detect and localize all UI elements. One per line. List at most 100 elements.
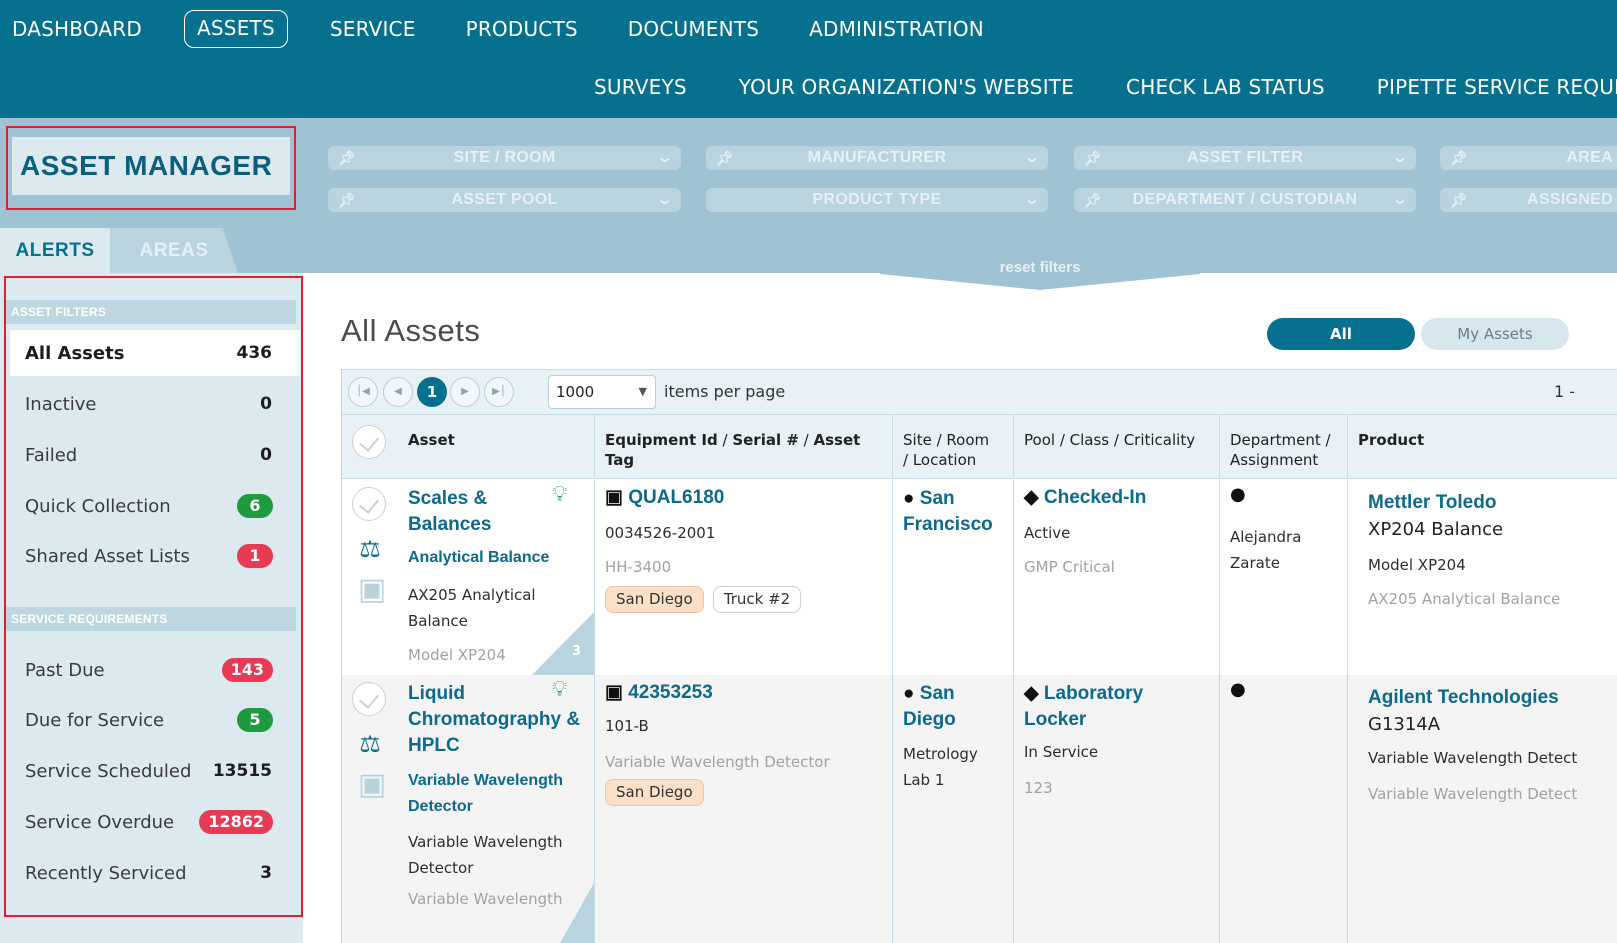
reset-filters-tab[interactable]: reset filters — [880, 258, 1200, 290]
chevron-down-icon: ⌄ — [656, 191, 674, 207]
asset-description-line: Detector — [408, 859, 474, 877]
pin-icon[interactable]: 📌︎ — [338, 188, 356, 212]
nav-dashboard[interactable]: DASHBOARD — [0, 10, 154, 48]
row-select-checkbox[interactable] — [352, 682, 386, 716]
asset-model: Model XP204 — [408, 646, 506, 664]
col-department[interactable]: Department / Assignment — [1219, 415, 1347, 479]
toggle-my-assets-button[interactable]: My Assets — [1421, 318, 1569, 350]
filter-asset-pool[interactable]: 📌︎ ASSET POOL ⌄ — [328, 188, 681, 212]
col-product[interactable]: Product — [1347, 415, 1617, 479]
filter-label: AREA — [1566, 149, 1613, 166]
asset-title[interactable]: Liquid Chromatography & HPLC — [408, 681, 580, 759]
tag-icon: ◆ — [1024, 683, 1039, 704]
pool-name: Checked-In — [1043, 487, 1147, 508]
pin-icon[interactable]: 📌︎ — [1084, 146, 1102, 170]
pin-icon[interactable]: 📌︎ — [1450, 146, 1468, 170]
filter-asset-filter[interactable]: 📌︎ ASSET FILTER ⌄ — [1074, 146, 1416, 170]
sidebar-item-count: 436 — [236, 343, 273, 363]
filter-label: ASSIGNED — [1527, 191, 1613, 208]
col-equipment-id-label[interactable]: Equipment Id — [605, 431, 718, 449]
product-description: AX205 Analytical Balance — [1368, 590, 1561, 608]
site-cell: ● San Diego Metrology Lab 1 — [892, 675, 1013, 943]
sidebar-item-service-scheduled[interactable]: Service Scheduled 13515 — [10, 748, 300, 794]
asset-title[interactable]: Scales & Balances — [408, 486, 491, 538]
sidebar-item-shared-asset-lists[interactable]: Shared Asset Lists 1 — [10, 533, 300, 579]
sidebar-item-service-overdue[interactable]: Service Overdue 12862 — [10, 799, 300, 845]
last-page-icon[interactable]: ▶│ — [484, 377, 514, 407]
filter-assigned[interactable]: 📌︎ ASSIGNED — [1440, 188, 1617, 212]
product-manufacturer[interactable]: Agilent Technologies — [1368, 687, 1559, 709]
tab-alerts[interactable]: ALERTS — [0, 228, 110, 273]
nav-pipette-service[interactable]: PIPETTE SERVICE REQUE — [1377, 75, 1617, 99]
asset-filters-header: ASSET FILTERS — [6, 300, 296, 324]
pool-link[interactable]: ◆ Checked-In — [1024, 486, 1146, 509]
col-asset[interactable]: Asset — [342, 415, 594, 479]
filter-manufacturer[interactable]: 📌︎ MANUFACTURER ⌄ — [706, 146, 1048, 170]
equipment-id-link[interactable]: ▣ 42353253 — [605, 681, 713, 704]
filter-label: ASSET POOL — [451, 191, 558, 208]
filter-label: SITE / ROOM — [453, 149, 556, 166]
col-equipment[interactable]: Equipment Id / Serial # / Asset Tag — [594, 415, 892, 479]
pin-icon[interactable]: 📌︎ — [1450, 188, 1468, 212]
equipment-id-link[interactable]: ▣ QUAL6180 — [605, 486, 724, 509]
count-badge: 1 — [237, 544, 273, 568]
assignee: Alejandra Zarate — [1230, 524, 1301, 576]
col-pool-label[interactable]: Pool — [1024, 431, 1055, 449]
items-per-page-select[interactable]: 1000 ▼ — [548, 375, 656, 409]
toggle-all-button[interactable]: All — [1267, 318, 1415, 350]
location-tag[interactable]: Truck #2 — [712, 586, 802, 613]
nav-documents[interactable]: DOCUMENTS — [616, 10, 771, 48]
pool-link[interactable]: ◆ Laboratory Locker — [1024, 681, 1143, 733]
nav-assets[interactable]: ASSETS — [184, 10, 288, 48]
filter-label: MANUFACTURER — [807, 149, 947, 166]
sidebar-item-recently-serviced[interactable]: Recently Serviced 3 — [10, 850, 300, 896]
product-manufacturer[interactable]: Mettler Toledo — [1368, 492, 1496, 514]
col-pool[interactable]: Pool / Class / Criticality — [1013, 415, 1219, 479]
location-tag[interactable]: San Diego — [605, 586, 704, 613]
col-class-label[interactable]: Class — [1070, 431, 1109, 449]
table-row[interactable]: ⚖︎ ▣ 💡︎ Liquid Chromatography & HPLC Var… — [342, 675, 1617, 943]
pin-icon[interactable]: 📌︎ — [1084, 188, 1102, 212]
asset-title-line: Liquid — [408, 683, 465, 704]
nav-products[interactable]: PRODUCTS — [454, 10, 590, 48]
nav-surveys[interactable]: SURVEYS — [594, 75, 687, 99]
reset-filters-button[interactable]: reset filters — [880, 258, 1200, 278]
sidebar-item-past-due[interactable]: Past Due 143 — [10, 647, 300, 693]
filter-site-room[interactable]: 📌︎ SITE / ROOM ⌄ — [328, 146, 681, 170]
table-row[interactable]: ⚖︎ ▣ 💡︎ Scales & Balances Analytical Bal… — [342, 480, 1617, 675]
nav-service[interactable]: SERVICE — [318, 10, 428, 48]
prev-page-icon[interactable]: ◀ — [383, 377, 413, 407]
col-serial-label[interactable]: Serial # — [732, 431, 799, 449]
site-link[interactable]: ● San Diego — [903, 681, 956, 733]
site-link[interactable]: ● San Francisco — [903, 486, 993, 538]
pin-icon[interactable]: 📌︎ — [338, 146, 356, 170]
col-criticality-label[interactable]: Criticality — [1124, 431, 1195, 449]
row-select-checkbox[interactable] — [352, 487, 386, 521]
nav-check-lab-status[interactable]: CHECK LAB STATUS — [1126, 75, 1325, 99]
next-page-icon[interactable]: ▶ — [450, 377, 480, 407]
count-badge: 12862 — [199, 810, 273, 834]
chevron-down-icon: ⌄ — [1023, 191, 1041, 207]
sidebar-item-failed[interactable]: Failed 0 — [10, 432, 300, 478]
select-all-checkbox[interactable] — [352, 425, 386, 459]
asset-subtitle[interactable]: Variable Wavelength Detector — [408, 768, 563, 820]
nav-administration[interactable]: ADMINISTRATION — [797, 10, 996, 48]
filter-department-custodian[interactable]: 📌︎ DEPARTMENT / CUSTODIAN ⌄ — [1074, 188, 1416, 212]
nav-org-website[interactable]: YOUR ORGANIZATION'S WEBSITE — [739, 75, 1074, 99]
page-number-button[interactable]: 1 — [417, 377, 447, 407]
first-page-icon[interactable]: │◀ — [348, 377, 378, 407]
lightbulb-icon[interactable]: 💡︎ — [552, 482, 567, 507]
sidebar-item-quick-collection[interactable]: Quick Collection 6 — [10, 483, 300, 529]
corner-count: 3 — [572, 644, 582, 659]
sidebar-item-all-assets[interactable]: All Assets 436 — [10, 330, 300, 376]
site-name-line: San — [919, 488, 955, 509]
tab-areas[interactable]: AREAS — [110, 228, 238, 273]
location-tag[interactable]: San Diego — [605, 779, 704, 806]
col-site[interactable]: Site / Room / Location — [892, 415, 1013, 479]
sidebar-item-inactive[interactable]: Inactive 0 — [10, 381, 300, 427]
filter-area[interactable]: 📌︎ AREA — [1440, 146, 1617, 170]
pin-icon[interactable]: 📌︎ — [716, 146, 734, 170]
sidebar-item-due-for-service[interactable]: Due for Service 5 — [10, 697, 300, 743]
asset-subtitle[interactable]: Analytical Balance — [408, 549, 549, 567]
filter-product-type[interactable]: PRODUCT TYPE ⌄ — [706, 188, 1048, 212]
